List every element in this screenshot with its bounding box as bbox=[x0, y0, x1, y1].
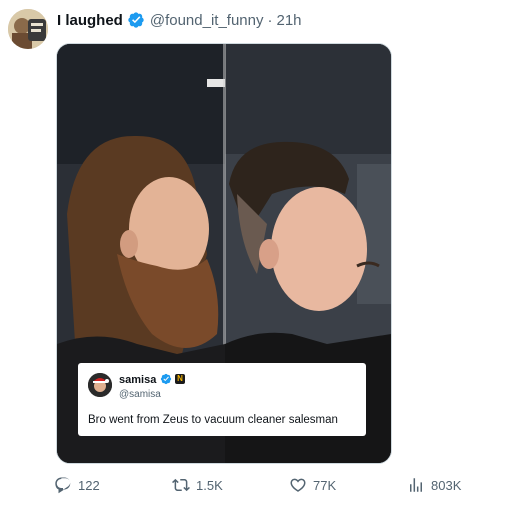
tweet-action-bar: 122 1.5K 77K 803K bbox=[0, 476, 516, 496]
quoted-author-avatar-image bbox=[88, 373, 112, 397]
view-count: 803K bbox=[431, 477, 462, 493]
views-icon bbox=[410, 478, 422, 492]
like-count: 77K bbox=[313, 477, 337, 493]
quoted-affiliate-badge-icon: N bbox=[175, 374, 185, 384]
separator-dot: · bbox=[267, 11, 273, 29]
like-icon bbox=[290, 478, 306, 492]
repost-button[interactable]: 1.5K bbox=[172, 476, 223, 494]
reply-icon bbox=[55, 477, 71, 494]
quoted-author-handle[interactable]: @samisa bbox=[119, 389, 161, 400]
views-button[interactable]: 803K bbox=[407, 476, 461, 494]
author-handle[interactable]: @found_it_funny bbox=[150, 12, 264, 29]
reply-button[interactable]: 122 bbox=[54, 476, 100, 494]
repost-count: 1.5K bbox=[196, 477, 223, 493]
author-avatar[interactable] bbox=[8, 9, 48, 49]
quoted-verified-badge-icon bbox=[160, 373, 172, 385]
verified-badge-icon bbox=[128, 12, 144, 28]
tweet-timestamp[interactable]: 21h bbox=[277, 12, 302, 29]
quoted-tweet-card[interactable]: samisa N @samisa Bro went from Zeus to v… bbox=[78, 363, 366, 436]
reply-count: 122 bbox=[78, 477, 100, 493]
tweet-header: I laughed @found_it_funny · 21h bbox=[57, 10, 302, 30]
repost-icon bbox=[172, 478, 190, 492]
like-button[interactable]: 77K bbox=[289, 476, 336, 494]
author-avatar-image bbox=[8, 9, 48, 49]
quoted-author-name[interactable]: samisa bbox=[119, 374, 156, 386]
quoted-author-avatar[interactable] bbox=[88, 373, 112, 397]
author-display-name[interactable]: I laughed bbox=[57, 12, 123, 29]
quoted-tweet-text: Bro went from Zeus to vacuum cleaner sal… bbox=[88, 414, 338, 426]
